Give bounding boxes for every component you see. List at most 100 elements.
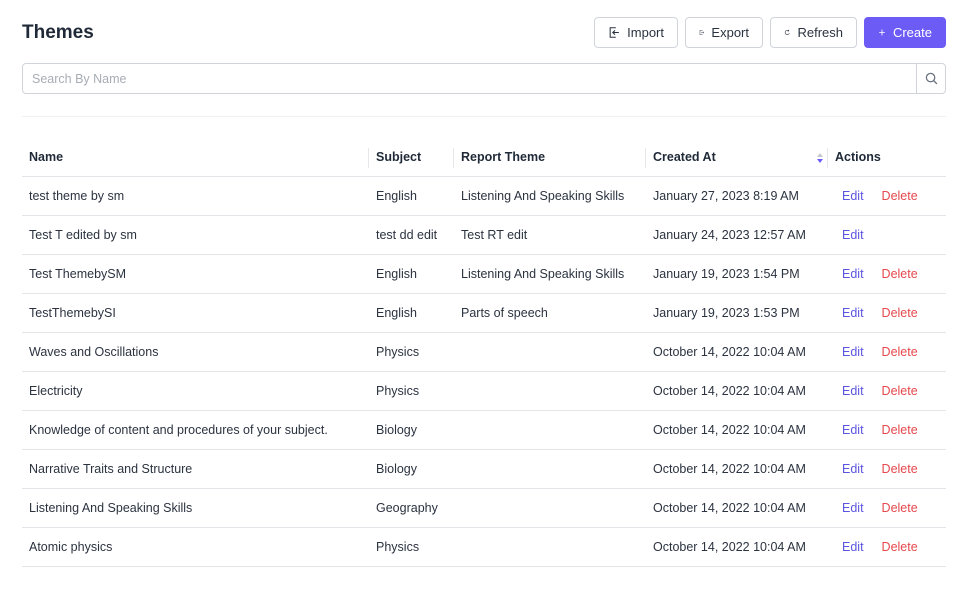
cell-actions: Edit Delete: [828, 254, 946, 294]
cell-name: Narrative Traits and Structure: [22, 449, 369, 489]
column-header-name: Name: [22, 139, 369, 177]
table-row: Listening And Speaking Skills Geography Oc…: [22, 488, 946, 528]
search-button[interactable]: [916, 64, 945, 93]
edit-link[interactable]: Edit: [842, 306, 864, 320]
table-row: Test ThemebySM English Listening And Speak…: [22, 254, 946, 294]
delete-link[interactable]: Delete: [882, 267, 918, 281]
import-button-label: Import: [627, 25, 664, 40]
column-header-subject: Subject: [369, 139, 454, 177]
delete-link[interactable]: Delete: [882, 189, 918, 203]
export-button[interactable]: Export: [685, 17, 763, 48]
table-row: Knowledge of content and procedures of y…: [22, 410, 946, 450]
divider: [22, 116, 946, 117]
column-header-actions-label: Actions: [835, 150, 881, 165]
delete-link[interactable]: Delete: [882, 462, 918, 476]
edit-link[interactable]: Edit: [842, 423, 864, 437]
edit-link[interactable]: Edit: [842, 501, 864, 515]
delete-link[interactable]: Delete: [882, 306, 918, 320]
cell-subject: English: [369, 176, 454, 216]
cell-created-at: January 24, 2023 12:57 AM: [646, 215, 828, 255]
export-button-label: Export: [711, 25, 749, 40]
import-button[interactable]: Import: [594, 17, 678, 48]
delete-link[interactable]: Delete: [882, 540, 918, 554]
cell-actions: Edit Delete: [828, 332, 946, 372]
cell-subject: test dd edit: [369, 215, 454, 255]
cell-actions: Edit Delete: [828, 527, 946, 567]
delete-link[interactable]: Delete: [882, 501, 918, 515]
cell-created-at: January 19, 2023 1:53 PM: [646, 293, 828, 333]
table-row: Waves and Oscillations Physics October 14,…: [22, 332, 946, 372]
page-title: Themes: [22, 22, 94, 43]
cell-created-at: January 27, 2023 8:19 AM: [646, 176, 828, 216]
cell-subject: Geography: [369, 488, 454, 528]
cell-name: Test T edited by sm: [22, 215, 369, 255]
cell-actions: Edit Delete: [828, 293, 946, 333]
column-header-subject-label: Subject: [376, 150, 422, 165]
table-row: Electricity Physics October 14, 2022 10:04…: [22, 371, 946, 411]
cell-report-theme: [454, 410, 646, 450]
cell-report-theme: [454, 449, 646, 489]
cell-created-at: October 14, 2022 10:04 AM: [646, 410, 828, 450]
edit-link[interactable]: Edit: [842, 462, 864, 476]
cell-name: Waves and Oscillations: [22, 332, 369, 372]
cell-report-theme: [454, 371, 646, 411]
cell-subject: Physics: [369, 332, 454, 372]
cell-name: Electricity: [22, 371, 369, 411]
cell-actions: Edit Delete: [828, 176, 946, 216]
edit-link[interactable]: Edit: [842, 267, 864, 281]
search-icon: [925, 72, 937, 85]
cell-created-at: October 14, 2022 10:04 AM: [646, 527, 828, 567]
table-row: test theme by sm English Listening And Spe…: [22, 176, 946, 216]
cell-subject: Physics: [369, 527, 454, 567]
delete-link[interactable]: Delete: [882, 384, 918, 398]
edit-link[interactable]: Edit: [842, 345, 864, 359]
table-row: Atomic physics Physics October 14, 2022 10…: [22, 527, 946, 567]
sort-icon[interactable]: [816, 152, 824, 164]
cell-subject: English: [369, 293, 454, 333]
cell-subject: English: [369, 254, 454, 294]
edit-link[interactable]: Edit: [842, 384, 864, 398]
cell-report-theme: [454, 527, 646, 567]
delete-link[interactable]: Delete: [882, 423, 918, 437]
cell-created-at: October 14, 2022 10:04 AM: [646, 371, 828, 411]
table-row: Narrative Traits and Structure Biology Oct…: [22, 449, 946, 489]
cell-report-theme: [454, 332, 646, 372]
cell-name: Knowledge of content and procedures of y…: [22, 410, 369, 450]
cell-report-theme: Test RT edit: [454, 215, 646, 255]
edit-link[interactable]: Edit: [842, 540, 864, 554]
column-header-created-at[interactable]: Created At: [646, 139, 828, 177]
edit-link[interactable]: Edit: [842, 189, 864, 203]
table-body: test theme by sm English Listening And Spe…: [22, 176, 946, 567]
create-button-label: Create: [892, 25, 932, 40]
cell-actions: Edit Delete: [828, 488, 946, 528]
search-input[interactable]: [23, 64, 916, 93]
cell-report-theme: Listening And Speaking Skills: [454, 254, 646, 294]
cell-actions: Edit Delete: [828, 449, 946, 489]
column-header-actions: Actions: [828, 139, 946, 177]
cell-actions: Edit Delete: [828, 371, 946, 411]
delete-link[interactable]: Delete: [882, 345, 918, 359]
table-row: Test T edited by sm test dd edit Test RT e…: [22, 215, 946, 255]
cell-subject: Biology: [369, 449, 454, 489]
cell-actions: Edit Delete: [828, 410, 946, 450]
cell-report-theme: [454, 488, 646, 528]
cell-name: test theme by sm: [22, 176, 369, 216]
cell-report-theme: Listening And Speaking Skills: [454, 176, 646, 216]
cell-name: Test ThemebySM: [22, 254, 369, 294]
edit-link[interactable]: Edit: [842, 228, 864, 242]
cell-subject: Physics: [369, 371, 454, 411]
plus-icon: [879, 29, 885, 36]
import-icon: [609, 27, 619, 38]
column-header-report-theme-label: Report Theme: [461, 150, 546, 165]
table-row: TestThemebySI English Parts of speech Janua…: [22, 293, 946, 333]
export-icon: [699, 30, 705, 35]
refresh-button[interactable]: Refresh: [770, 17, 857, 48]
column-header-created-at-label: Created At: [653, 150, 716, 165]
search-bar: [22, 63, 946, 94]
themes-table: Name Subject Report Theme Created At Act…: [22, 139, 946, 567]
create-button[interactable]: Create: [864, 17, 946, 48]
column-header-name-label: Name: [29, 150, 64, 165]
cell-created-at: October 14, 2022 10:04 AM: [646, 449, 828, 489]
cell-report-theme: Parts of speech: [454, 293, 646, 333]
cell-subject: Biology: [369, 410, 454, 450]
